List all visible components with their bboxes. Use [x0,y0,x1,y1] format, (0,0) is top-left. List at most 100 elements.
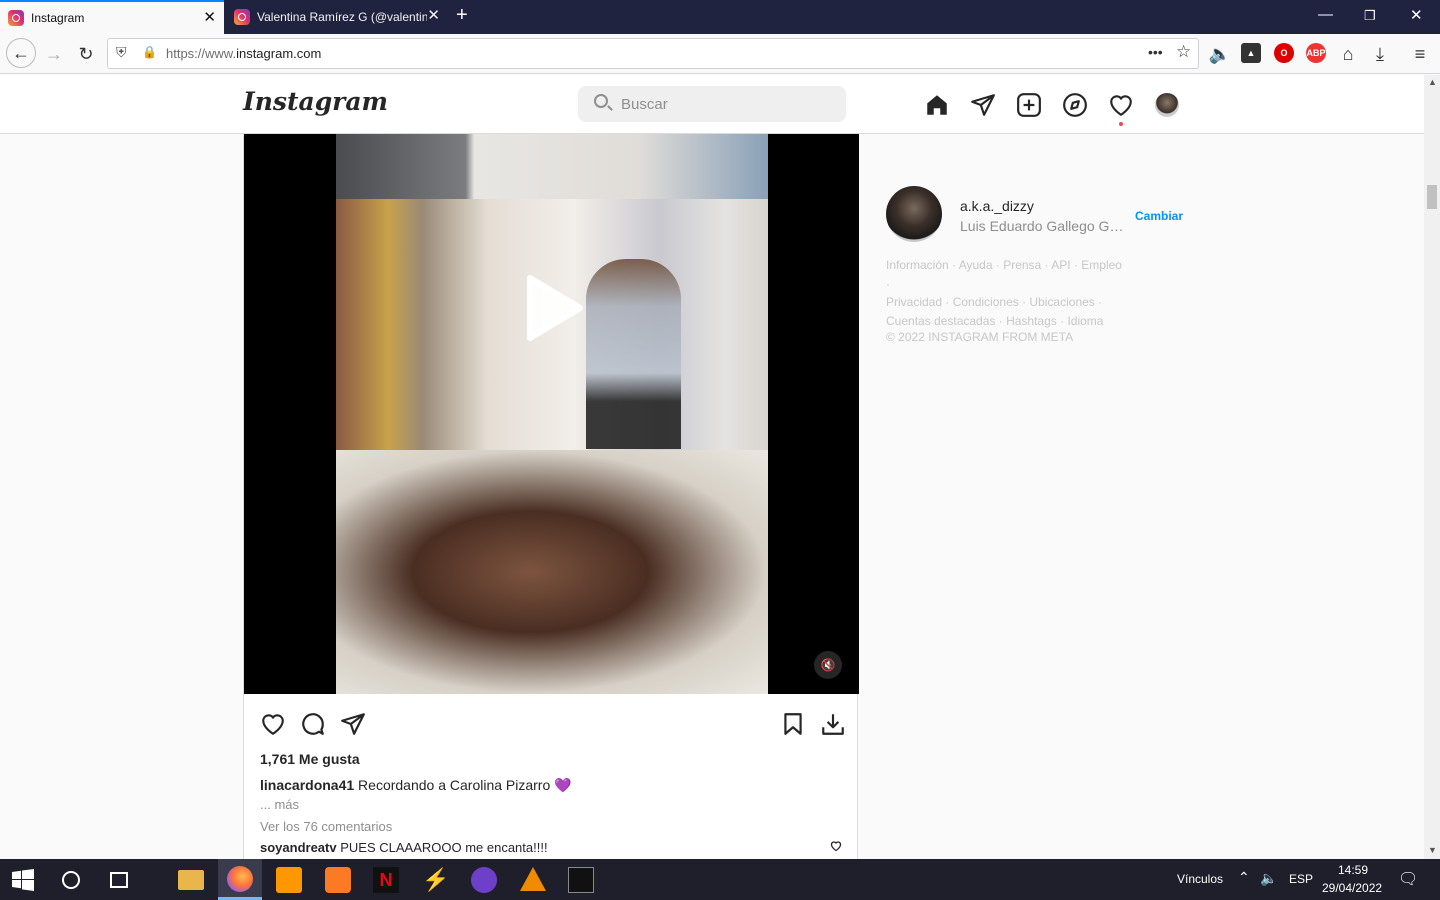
comment-username[interactable]: soyandreatv [260,840,337,855]
volume-icon[interactable]: 🔈 [1260,870,1277,887]
new-tab-icon[interactable]: + [456,4,468,27]
search-circle-icon[interactable] [62,871,80,889]
scrollbar[interactable]: ▲ ▼ [1424,75,1440,859]
profile-avatar[interactable] [1155,93,1179,117]
comment-text: PUES CLAAAROOO me encanta!!!! [340,840,548,855]
page-viewport: Instagram Buscar 🔇 1,761 Me gusta linaca… [0,75,1424,859]
post-caption: linacardona41 Recordando a Carolina Piza… [260,777,572,794]
adblock-icon[interactable]: ABP [1306,43,1326,63]
forward-icon[interactable]: → [42,42,66,66]
video-frame [336,134,768,199]
lightning-app-icon[interactable]: ⚡ [422,867,449,893]
footer-link[interactable]: Idioma [1067,314,1103,328]
search-icon [594,94,608,108]
browser-nav-bar: ← → ↻ ⛨ 🔒 https://www.instagram.com ••• … [0,34,1440,74]
explore-icon[interactable] [1062,92,1088,118]
terminal-icon[interactable] [568,867,594,893]
sublime-icon[interactable] [276,867,302,893]
footer-link[interactable]: Información [886,258,949,272]
scroll-up-icon[interactable]: ▲ [1428,77,1437,87]
windows-taskbar: N ⚡ Vínculos ⌃ 🔈 ESP 14:59 29/04/2022 🗨 [0,859,1440,900]
reload-icon[interactable]: ↻ [74,42,98,66]
firefox-taskbar-button[interactable] [218,859,262,900]
close-tab-icon[interactable]: ✕ [203,10,216,26]
lock-icon[interactable]: 🔒 [142,45,157,59]
vlc-icon[interactable] [520,867,546,891]
footer-link[interactable]: Condiciones [953,295,1019,309]
task-view-icon[interactable] [110,872,128,888]
footer-link[interactable]: Empleo [1081,258,1122,272]
instagram-favicon-icon [8,10,24,26]
feed-post: 🔇 1,761 Me gusta linacardona41 Recordand… [243,134,859,859]
search-placeholder: Buscar [621,96,668,113]
minimize-icon[interactable]: — [1318,6,1333,23]
back-icon[interactable]: ← [6,38,36,68]
view-comments-link[interactable]: Ver los 76 comentarios [260,819,392,834]
close-tab-icon[interactable]: ✕ [427,8,440,24]
share-icon[interactable] [340,711,366,737]
bookmark-star-icon[interactable]: ☆ [1176,42,1191,62]
language-indicator[interactable]: ESP [1289,872,1313,886]
notifications-icon[interactable]: 🗨 [1398,869,1418,889]
comment-like-icon[interactable] [830,840,842,852]
clock-date[interactable]: 29/04/2022 [1322,881,1382,895]
footer-link[interactable]: API [1051,258,1070,272]
video-figure [586,259,681,449]
restore-icon[interactable]: ❐ [1364,8,1376,24]
file-explorer-icon[interactable] [178,870,204,890]
post-video[interactable]: 🔇 [244,134,859,694]
tab-instagram[interactable]: Instagram ✕ [0,0,224,34]
like-heart-icon[interactable] [260,711,286,737]
copyright: © 2022 INSTAGRAM FROM META [886,330,1074,344]
instagram-logo[interactable]: Instagram [243,87,388,116]
show-hidden-icons-icon[interactable]: ⌃ [1238,869,1250,886]
windows-start-icon[interactable] [12,869,34,891]
new-post-icon[interactable] [1016,92,1042,118]
download-icon[interactable]: ⤓ [1368,42,1392,66]
scroll-down-icon[interactable]: ▼ [1428,845,1437,855]
footer-link[interactable]: Prensa [1003,258,1041,272]
like-count[interactable]: 1,761 Me gusta [260,751,360,767]
browser-tab-bar: Instagram ✕ Valentina Ramírez G (@valent… [0,0,1440,34]
speaker-icon[interactable]: 🔈 [1208,42,1232,66]
direct-messages-icon[interactable] [970,92,996,118]
search-input[interactable]: Buscar [578,86,846,122]
opera-extension-icon[interactable]: O [1274,43,1294,63]
sidebar-username[interactable]: a.k.a._dizzy [960,198,1034,214]
tab-valentina[interactable]: Valentina Ramírez G (@valentin ✕ [226,0,448,34]
shield-icon[interactable]: ⛨ [116,44,127,61]
switch-account-button[interactable]: Cambiar [1135,209,1183,223]
home-icon[interactable] [924,92,950,118]
netflix-icon[interactable]: N [373,867,399,893]
activity-heart-icon[interactable] [1108,92,1134,118]
play-icon[interactable] [524,272,586,344]
home-icon[interactable]: ⌂ [1336,42,1360,66]
more-link[interactable]: ... más [260,797,299,812]
url-bar[interactable]: ⛨ 🔒 https://www.instagram.com ••• ☆ [107,38,1199,69]
purple-heart-emoji: 💜 [554,777,572,793]
mute-icon[interactable]: 🔇 [814,651,842,679]
xampp-icon[interactable] [325,867,351,893]
page-actions-icon[interactable]: ••• [1148,44,1163,60]
github-desktop-icon[interactable] [471,867,497,893]
footer-link[interactable]: Ubicaciones [1029,295,1094,309]
footer-link[interactable]: Ayuda [959,258,993,272]
footer-link[interactable]: Privacidad [886,295,942,309]
sidebar-avatar[interactable] [886,186,942,242]
close-window-icon[interactable]: ✕ [1410,6,1423,24]
caption-username[interactable]: linacardona41 [260,777,354,793]
comment-row: soyandreatv PUES CLAAAROOO me encanta!!!… [260,840,842,855]
notification-dot [1119,122,1123,126]
extension-icon[interactable]: ▲ [1241,43,1261,63]
menu-icon[interactable]: ≡ [1408,42,1432,66]
footer-link[interactable]: Hashtags [1006,314,1057,328]
links-toolbar-label[interactable]: Vínculos [1177,872,1223,886]
scrollbar-thumb[interactable] [1427,185,1437,209]
footer-link[interactable]: Cuentas destacadas [886,314,995,328]
download-icon[interactable] [820,711,846,737]
footer-links: Información · Ayuda · Prensa · API · Emp… [886,258,1122,328]
url-text[interactable]: https://www.instagram.com [166,46,321,61]
clock-time[interactable]: 14:59 [1338,863,1368,877]
save-bookmark-icon[interactable] [780,711,806,737]
comment-icon[interactable] [300,711,326,737]
